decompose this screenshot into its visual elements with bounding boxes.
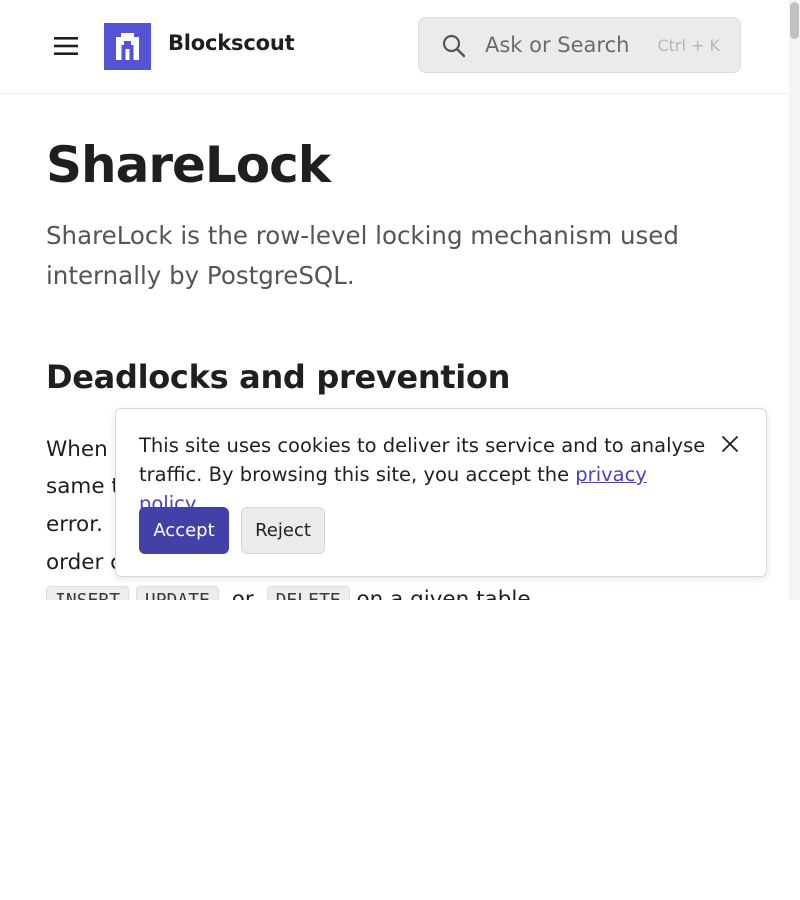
site-name[interactable]: Blockscout [168, 31, 295, 55]
paragraph-line: order c [46, 550, 122, 575]
browser-viewport: Blockscout Ctrl + K ShareLock ShareLock … [0, 0, 800, 600]
cookie-message: This site uses cookies to deliver its se… [139, 431, 709, 518]
scrollbar-track[interactable] [789, 0, 800, 600]
hamburger-menu-icon[interactable] [52, 33, 80, 59]
paragraph-line: error. [46, 512, 103, 537]
code-update: UPDATE [135, 586, 219, 600]
page-title: ShareLock [46, 136, 331, 194]
page-intro: ShareLock is the row-level locking mecha… [46, 221, 679, 290]
scrollbar-thumb[interactable] [790, 2, 799, 39]
code-tail: on a given table. [356, 587, 538, 600]
code-connector: or [231, 587, 254, 600]
cookie-banner: This site uses cookies to deliver its se… [115, 408, 767, 577]
accept-button[interactable]: Accept [139, 507, 229, 554]
search-input[interactable] [485, 26, 655, 64]
code-delete: DELETE [266, 586, 350, 600]
search-icon [442, 34, 466, 58]
code-row: INSERT UPDATE or DELETE on a given table… [46, 586, 537, 600]
site-header: Blockscout Ctrl + K [0, 0, 789, 94]
blockscout-logo-icon[interactable] [104, 23, 151, 70]
reject-button[interactable]: Reject [241, 507, 325, 554]
paragraph-line: same t [46, 474, 120, 499]
search-shortcut-hint: Ctrl + K [657, 36, 720, 55]
paragraph-line: When s [46, 437, 126, 462]
search-box[interactable]: Ctrl + K [418, 17, 741, 73]
section-heading: Deadlocks and prevention [46, 358, 511, 396]
close-icon[interactable] [719, 433, 741, 455]
code-insert: INSERT [46, 586, 130, 600]
